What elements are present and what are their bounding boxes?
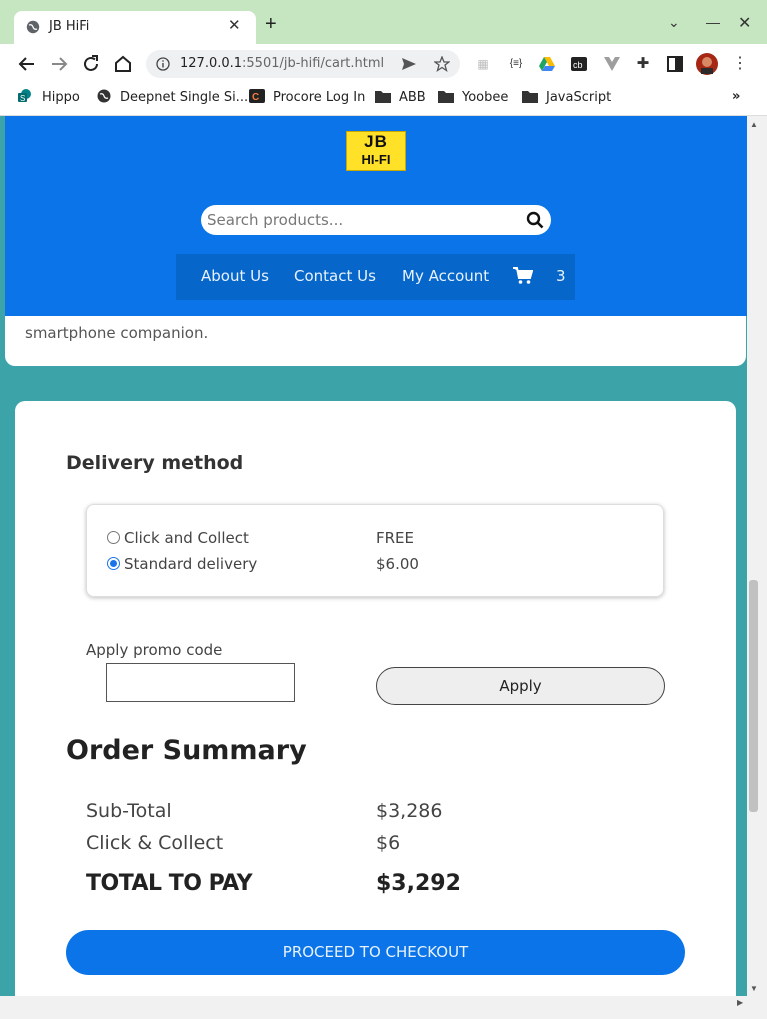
option-price: FREE bbox=[376, 529, 415, 547]
bookmark-label: Hippo bbox=[42, 90, 80, 105]
new-tab-icon[interactable]: + bbox=[265, 14, 277, 34]
nav-contact-us[interactable]: Contact Us bbox=[294, 267, 376, 285]
apply-button[interactable]: Apply bbox=[376, 667, 665, 705]
radio-click-collect[interactable] bbox=[107, 531, 120, 544]
sharepoint-icon: S bbox=[18, 89, 31, 103]
url-path: :5501/jb-hifi/cart.html bbox=[242, 56, 385, 71]
folder-icon bbox=[375, 91, 391, 103]
drive-icon[interactable] bbox=[538, 55, 556, 73]
bookmark-star-icon[interactable] bbox=[434, 56, 450, 72]
delivery-options: Click and Collect FREE Standard delivery… bbox=[86, 504, 664, 597]
minimize-icon[interactable]: — bbox=[706, 14, 720, 30]
extensions-puzzle-icon[interactable]: ✚ bbox=[634, 55, 652, 73]
svg-text:S: S bbox=[20, 94, 25, 103]
bookmark-label: Deepnet Single Si... bbox=[120, 90, 249, 105]
nav-my-account[interactable]: My Account bbox=[402, 267, 489, 285]
browser-toolbar: 127.0.0.1:5501/jb-hifi/cart.html ▦ {≡} c… bbox=[0, 44, 767, 84]
scroll-up-icon[interactable]: ▲ bbox=[750, 120, 758, 129]
profile-avatar[interactable] bbox=[696, 53, 718, 75]
order-summary-heading: Order Summary bbox=[66, 735, 307, 766]
proceed-to-checkout-button[interactable]: PROCEED TO CHECKOUT bbox=[66, 930, 685, 975]
bookmark-label: JavaScript bbox=[546, 90, 612, 105]
side-panel-icon[interactable] bbox=[666, 55, 684, 73]
product-description: smartphone companion. bbox=[25, 324, 209, 342]
radio-standard-delivery[interactable] bbox=[107, 557, 120, 570]
bookmarks-bar: S Hippo Deepnet Single Si... C Procore Log… bbox=[0, 84, 767, 116]
nav-about-us[interactable]: About Us bbox=[201, 267, 269, 285]
bookmark-folder-yoobee[interactable]: Yoobee bbox=[438, 89, 508, 105]
promo-code-input[interactable] bbox=[106, 663, 295, 702]
url-host: 127.0.0.1 bbox=[180, 56, 243, 71]
checkout-card: Delivery method Click and Collect FREE S… bbox=[15, 401, 736, 996]
cart-icon[interactable] bbox=[513, 267, 533, 285]
procore-icon: C bbox=[249, 89, 265, 103]
jb-hifi-logo[interactable]: JB HI-FI bbox=[346, 131, 406, 171]
tab-close-icon[interactable]: ✕ bbox=[228, 16, 241, 34]
delivery-fee-label: Click & Collect bbox=[86, 832, 224, 854]
browser-tab[interactable]: JB HiFi ✕ bbox=[14, 11, 256, 44]
svg-text:cb: cb bbox=[573, 60, 583, 70]
home-icon[interactable] bbox=[112, 53, 134, 75]
folder-icon bbox=[438, 91, 454, 103]
main-nav: About Us Contact Us My Account 3 bbox=[176, 254, 575, 300]
subtotal-label: Sub-Total bbox=[86, 800, 172, 822]
forward-icon[interactable] bbox=[48, 53, 70, 75]
option-label: Click and Collect bbox=[124, 529, 249, 547]
total-label: TOTAL TO PAY bbox=[86, 871, 253, 896]
page-viewport: smartphone companion. JB HI-FI About Us … bbox=[0, 116, 747, 996]
reload-icon[interactable] bbox=[80, 53, 102, 75]
folder-icon bbox=[522, 91, 538, 103]
back-icon[interactable] bbox=[16, 53, 38, 75]
option-price: $6.00 bbox=[376, 555, 419, 573]
subtotal-value: $3,286 bbox=[376, 800, 443, 822]
delivery-heading: Delivery method bbox=[66, 452, 244, 474]
bookmark-label: Yoobee bbox=[462, 90, 509, 105]
logo-line-1: JB bbox=[364, 132, 388, 151]
bookmark-folder-javascript[interactable]: JavaScript bbox=[522, 89, 611, 105]
site-info-icon[interactable] bbox=[156, 57, 170, 71]
search-icon[interactable] bbox=[526, 211, 544, 229]
delivery-option-click-collect[interactable]: Click and Collect bbox=[107, 529, 249, 547]
codeblock-extension-icon[interactable]: cb bbox=[570, 55, 588, 73]
total-value: $3,292 bbox=[376, 871, 461, 896]
logo-line-2: HI-FI bbox=[361, 152, 391, 167]
browser-tab-strip: JB HiFi ✕ + ⌄ — ✕ bbox=[0, 0, 767, 44]
scroll-down-icon[interactable]: ▼ bbox=[750, 984, 758, 993]
scroll-right-icon[interactable]: ▶ bbox=[737, 998, 743, 1007]
delivery-fee-value: $6 bbox=[376, 832, 401, 854]
more-bookmarks-icon[interactable]: » bbox=[732, 89, 740, 104]
search-input[interactable] bbox=[207, 209, 517, 231]
bookmark-folder-abb[interactable]: ABB bbox=[375, 89, 426, 105]
delivery-option-standard[interactable]: Standard delivery bbox=[107, 555, 257, 573]
bookmark-deepnet[interactable]: Deepnet Single Si... bbox=[96, 89, 248, 105]
tab-search-icon[interactable]: ⌄ bbox=[668, 14, 680, 31]
bookmark-label: ABB bbox=[399, 90, 426, 105]
extension-grid-icon[interactable]: ▦ bbox=[474, 55, 492, 73]
window-close-icon[interactable]: ✕ bbox=[738, 13, 751, 33]
browser-menu-icon[interactable]: ⋮ bbox=[731, 55, 749, 73]
scroll-thumb[interactable] bbox=[749, 580, 758, 812]
horizontal-scrollbar[interactable]: ▶ bbox=[0, 996, 767, 1019]
tab-title: JB HiFi bbox=[49, 19, 90, 34]
url-text: 127.0.0.1:5501/jb-hifi/cart.html bbox=[180, 56, 384, 71]
send-tab-icon[interactable] bbox=[401, 57, 417, 71]
json-extension-icon[interactable]: {≡} bbox=[505, 55, 527, 73]
address-bar[interactable]: 127.0.0.1:5501/jb-hifi/cart.html bbox=[146, 50, 460, 78]
svg-text:C: C bbox=[252, 92, 259, 103]
vue-devtools-icon[interactable] bbox=[603, 55, 621, 73]
bookmark-procore[interactable]: C Procore Log In bbox=[249, 89, 365, 105]
bookmark-hippo[interactable]: S Hippo bbox=[18, 89, 80, 105]
option-label: Standard delivery bbox=[124, 555, 258, 573]
globe-icon bbox=[26, 20, 40, 34]
site-header: JB HI-FI About Us Contact Us My Account … bbox=[5, 116, 747, 316]
globe-icon bbox=[97, 89, 111, 103]
search-bar bbox=[201, 205, 551, 235]
promo-label: Apply promo code bbox=[86, 641, 223, 659]
bookmark-label: Procore Log In bbox=[273, 90, 366, 105]
vertical-scrollbar[interactable]: ▲ ▼ bbox=[747, 116, 767, 996]
cart-count[interactable]: 3 bbox=[556, 267, 566, 285]
